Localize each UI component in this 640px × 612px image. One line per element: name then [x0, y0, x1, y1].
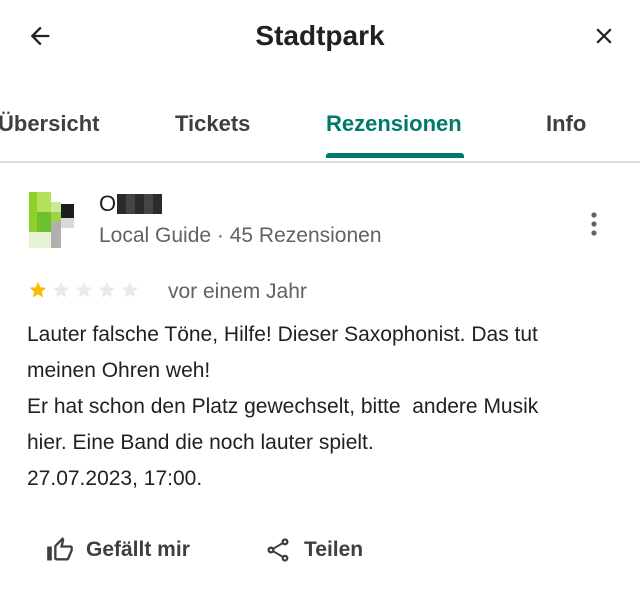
star-filled-icon	[29, 281, 47, 298]
close-button[interactable]	[584, 16, 624, 56]
tab-tickets[interactable]: Tickets	[175, 96, 250, 152]
star-empty-icon	[75, 281, 93, 298]
review-text: Lauter falsche Töne, Hilfe! Dieser Saxop…	[27, 317, 627, 497]
author-name[interactable]: O	[99, 191, 116, 217]
tab-bar: Übersicht Tickets Rezensionen Info	[0, 96, 640, 160]
review-text-line: Lauter falsche Töne, Hilfe! Dieser Saxop…	[27, 323, 538, 346]
star-empty-icon	[98, 281, 116, 298]
like-label: Gefällt mir	[86, 538, 190, 561]
review-date: vor einem Jahr	[168, 280, 307, 303]
star-empty-icon	[52, 281, 70, 298]
review-text-line: Er hat schon den Platz gewechselt, bitte…	[27, 395, 539, 418]
share-label: Teilen	[304, 538, 364, 561]
top-app-bar: Stadtpark	[0, 0, 640, 80]
thumb-up-icon	[47, 537, 73, 561]
author-meta: Local Guide · 45 Rezensionen	[99, 224, 382, 247]
share-button[interactable]: Teilen	[264, 532, 363, 568]
share-icon	[267, 538, 289, 562]
more-vert-icon	[591, 212, 597, 236]
avatar[interactable]	[29, 192, 74, 248]
tab-divider	[0, 161, 640, 163]
star-empty-icon	[121, 281, 139, 298]
tab-overview[interactable]: Übersicht	[0, 96, 99, 152]
tab-reviews[interactable]: Rezensionen	[326, 96, 462, 152]
close-icon	[596, 28, 612, 44]
page-title: Stadtpark	[255, 20, 385, 51]
review-text-line: 27.07.2023, 17:00.	[27, 467, 203, 490]
tab-info[interactable]: Info	[546, 96, 586, 152]
more-options-button[interactable]	[578, 206, 610, 242]
like-button[interactable]: Gefällt mir	[46, 532, 190, 568]
star-rating	[28, 280, 140, 304]
review-text-line: hier. Eine Band die noch lauter spielt.	[27, 431, 374, 454]
review-text-line: meinen Ohren weh!	[27, 359, 211, 382]
active-tab-indicator	[326, 153, 464, 158]
name-redaction	[117, 194, 162, 214]
